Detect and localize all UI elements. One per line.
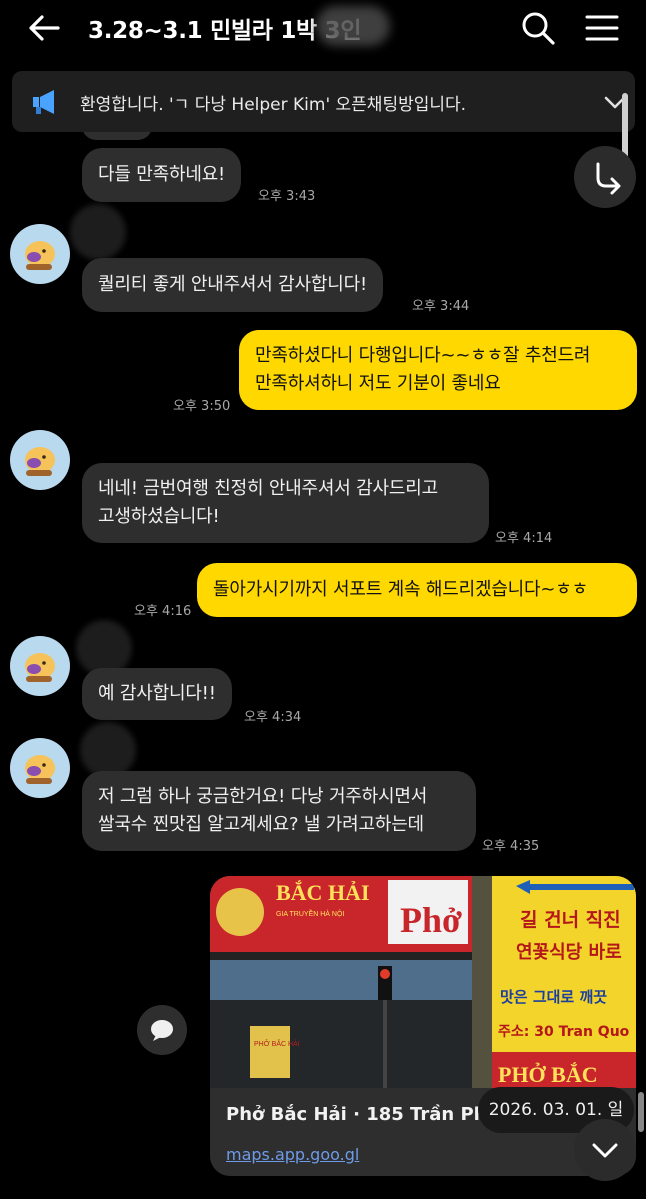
sender-avatar[interactable] — [10, 636, 70, 696]
message-text: 돌아가시기까지 서포트 계속 해드리겠습니다~ㅎㅎ — [213, 579, 589, 600]
share-arrow-icon — [596, 162, 621, 195]
chick-avatar-icon — [25, 241, 55, 270]
sign-text: 맛은 그대로 깨끗 — [500, 988, 607, 1006]
message-bubble[interactable]: 저 그럼 하나 궁금한거요! 다낭 거주하시면서 쌀국수 찐맛집 알고계세요? … — [82, 771, 476, 851]
sign-text: 길 건너 직진 — [520, 909, 621, 931]
message-text: 예 감사합니다!! — [98, 683, 216, 704]
scroll-to-bottom-button[interactable] — [574, 1119, 636, 1181]
chat-header: 3.28~3.1 민빌라 1박 3인 — [0, 0, 646, 56]
sender-avatar[interactable] — [10, 430, 70, 490]
message-bubble[interactable]: 만족하셨다니 다행입니다~~ㅎㅎ잘 추천드려 만족하셔하니 저도 기분이 좋네요 — [239, 330, 637, 410]
message-time: 오후 3:50 — [173, 399, 231, 414]
link-card-url[interactable]: maps.app.goo.gl — [226, 1145, 359, 1164]
scrollbar-indicator — [638, 1092, 644, 1132]
hamburger-menu-icon[interactable] — [582, 12, 622, 44]
notice-banner[interactable]: 환영합니다. 'ㄱ 다낭 Helper Kim' 오픈채팅방입니다. — [12, 71, 635, 132]
chick-avatar-icon — [25, 447, 55, 476]
restaurant-photo: BẮC HẢI GIA TRUYỀN HÀ NỘI Phở PHỞ BẮC HẢ… — [210, 876, 636, 1088]
sender-avatar[interactable] — [10, 224, 70, 284]
message-text-line: 만족하셔하니 저도 기분이 좋네요 — [255, 373, 501, 394]
search-icon[interactable] — [518, 10, 558, 46]
sign-text: Phở — [400, 900, 462, 940]
sign-text: PHỞ BẮC HẢI — [254, 1039, 300, 1048]
sign-text: PHỞ BẮC — [498, 1062, 598, 1087]
message-text-line: 쌀국수 찐맛집 알고계세요? 낼 가려고하는데 — [98, 814, 424, 835]
message-time: 오후 4:35 — [482, 839, 540, 854]
sign-text: 연꽃식당 바로 — [516, 942, 622, 963]
message-text-line: 고생하셨습니다! — [98, 506, 220, 527]
message-bubble[interactable]: 돌아가시기까지 서포트 계속 해드리겠습니다~ㅎㅎ — [197, 563, 637, 617]
message-text-line: 만족하셨다니 다행입니다~~ㅎㅎ잘 추천드려 — [255, 345, 591, 366]
message-bubble[interactable]: 네네! 금번여행 친정히 안내주셔서 감사드리고 고생하셨습니다! — [82, 463, 489, 543]
notice-text: 환영합니다. 'ㄱ 다낭 Helper Kim' 오픈채팅방입니다. — [80, 95, 467, 115]
message-time: 오후 4:14 — [495, 531, 553, 546]
sender-name-redaction — [80, 722, 136, 778]
message-text: 다들 만족하네요! — [98, 164, 226, 185]
message-text-line: 저 그럼 하나 궁금한거요! 다낭 거주하시면서 — [98, 786, 428, 807]
message-bubble[interactable]: 예 감사합니다!! — [82, 668, 232, 720]
arrow-left-icon[interactable] — [24, 10, 64, 46]
reply-button[interactable] — [137, 1005, 187, 1055]
sign-text: BẮC HẢI — [276, 880, 370, 905]
message-time: 오후 4:34 — [244, 710, 302, 725]
share-button[interactable] — [574, 146, 636, 208]
message-time: 오후 3:43 — [258, 189, 316, 204]
chick-avatar-icon — [25, 653, 55, 682]
sender-avatar[interactable] — [10, 738, 70, 798]
message-bubble[interactable]: 퀄리티 좋게 안내주셔서 감사합니다! — [82, 258, 383, 312]
message-time: 오후 3:44 — [412, 299, 470, 314]
message-text: 퀄리티 좋게 안내주셔서 감사합니다! — [98, 274, 367, 295]
megaphone-icon — [33, 90, 54, 114]
title-redaction — [316, 6, 390, 46]
chick-avatar-icon — [25, 755, 55, 784]
message-bubble[interactable]: 다들 만족하네요! — [82, 148, 242, 202]
message-text-line: 네네! 금번여행 친정히 안내주셔서 감사드리고 — [98, 478, 438, 499]
speech-bubble-icon — [151, 1020, 173, 1041]
chevron-down-icon — [592, 1143, 618, 1158]
message-time: 오후 4:16 — [134, 604, 192, 619]
sign-text: 주소: 30 Tran Quo — [498, 1024, 630, 1040]
sender-name-redaction — [70, 204, 126, 260]
